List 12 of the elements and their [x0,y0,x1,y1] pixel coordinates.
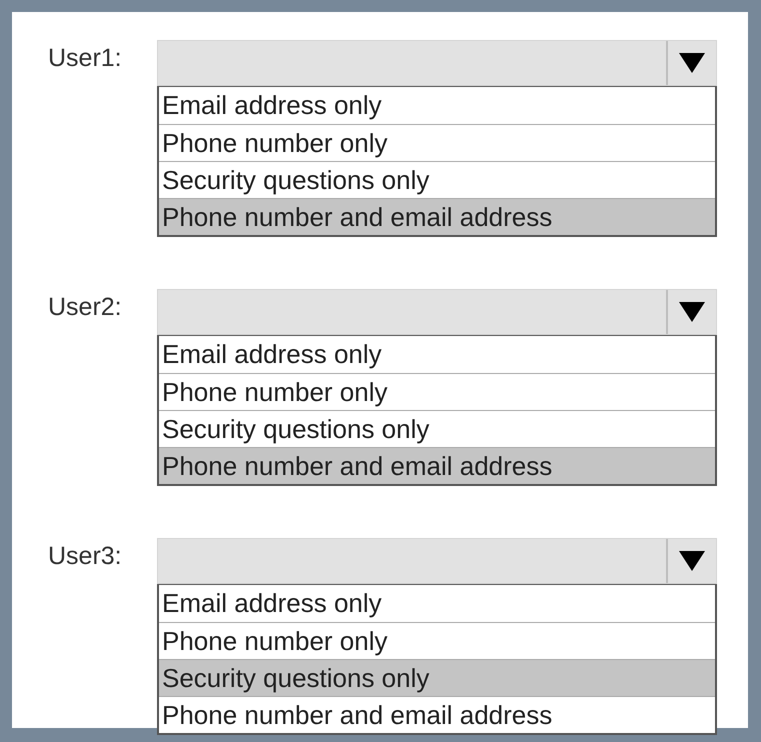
user-label: User2: [48,292,123,322]
user-label: User1: [48,43,123,73]
dropdown-option[interactable]: Phone number and email address [159,447,715,484]
dropdown-arrow-icon[interactable] [679,551,705,571]
dropdown-option[interactable]: Security questions only [159,659,715,696]
dropdown-field[interactable] [157,538,717,584]
dropdown-option[interactable]: Phone number and email address [159,198,715,235]
dropdown-field[interactable] [157,289,717,335]
dropdown-arrow-icon[interactable] [679,302,705,322]
dropdown-field[interactable] [157,40,717,86]
user-label: User3: [48,541,123,571]
dropdown-arrow-icon[interactable] [679,53,705,73]
